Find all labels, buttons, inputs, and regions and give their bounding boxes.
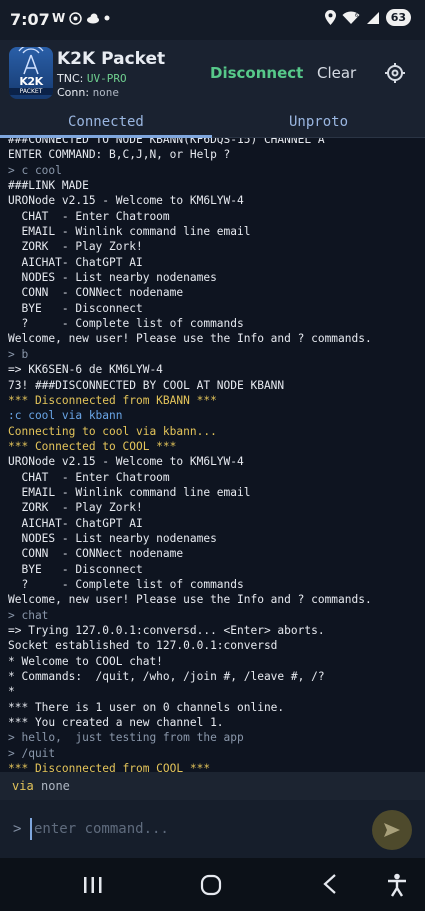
terminal-line: Welcome, new user! Please use the Info a…	[8, 593, 372, 607]
terminal-line: *** Disconnected from COOL ***	[8, 762, 211, 772]
app-header: K2K PACKET K2K Packet TNC: UV-PRO Conn: …	[0, 40, 425, 107]
terminal-line: *** There is 1 user on 0 channels online…	[8, 700, 285, 714]
location-icon	[324, 10, 336, 25]
via-label: via	[12, 779, 34, 793]
disconnect-button[interactable]: Disconnect	[210, 64, 303, 82]
terminal-line: AICHAT- ChatGPT AI	[8, 516, 143, 530]
status-time: 7:07	[10, 10, 50, 29]
terminal-line: AICHAT- ChatGPT AI	[8, 255, 143, 269]
dot-icon	[104, 15, 110, 21]
terminal-line: URONode v2.15 - Welcome to KM6LYW-4	[8, 455, 244, 469]
terminal-line: > c cool	[8, 163, 62, 177]
terminal-line: ###CONNECTED TO NODE KBANN(KF6DQS-15) CH…	[8, 138, 325, 146]
send-icon	[384, 823, 400, 837]
terminal-line: EMAIL - Winlink command line email	[8, 225, 251, 239]
tnc-value: UV-PRO	[86, 72, 127, 85]
system-icons: 6 63	[324, 9, 411, 26]
conn-value: none	[92, 86, 120, 99]
terminal-line: NODES - List nearby nodenames	[8, 531, 217, 545]
terminal-line: ? - Complete list of commands	[8, 577, 244, 591]
recents-icon[interactable]	[83, 876, 103, 894]
whatsapp-icon	[69, 11, 82, 25]
terminal-line: CHAT - Enter Chatroom	[8, 209, 170, 223]
via-bar: via none	[0, 772, 425, 800]
tab-connected[interactable]: Connected	[68, 114, 144, 130]
terminal-line: * Commands: /quit, /who, /join #, /leave…	[8, 670, 325, 684]
terminal-line: BYE - Disconnect	[8, 301, 143, 315]
tnc-status: TNC: UV-PRO	[57, 72, 127, 85]
back-icon[interactable]	[322, 873, 338, 895]
terminal-line: ZORK - Play Zork!	[8, 501, 143, 515]
clear-button[interactable]: Clear	[317, 64, 356, 82]
weather-icon	[87, 13, 100, 24]
app-title: K2K Packet	[57, 49, 166, 69]
tnc-label: TNC:	[57, 72, 84, 85]
terminal-line: * Welcome to COOL chat!	[8, 654, 163, 668]
home-icon[interactable]	[200, 874, 222, 896]
terminal-line: > /quit	[8, 746, 56, 760]
system-nav-bar	[0, 858, 425, 911]
terminal-line: CONN - CONNect nodename	[8, 547, 184, 561]
notification-icons: W	[52, 11, 110, 25]
radio-tower-icon	[18, 47, 44, 75]
terminal-line: => KK6SEN-6 de KM6LYW-4	[8, 363, 163, 377]
terminal-line: CONN - CONNect nodename	[8, 286, 184, 300]
terminal-line: ENTER COMMAND: B,C,J,N, or Help ?	[8, 148, 231, 162]
wifi-icon: 6	[342, 10, 360, 24]
terminal-line: > hello, just testing from the app	[8, 731, 244, 745]
accessibility-icon[interactable]	[387, 873, 407, 897]
tab-bar: Connected Unproto	[0, 107, 425, 137]
terminal-line: Welcome, new user! Please use the Info a…	[8, 332, 372, 346]
terminal-line: ###LINK MADE	[8, 179, 89, 193]
status-bar: 7:07 W 6 63	[0, 0, 425, 40]
terminal-line: Connecting to cool via kbann...	[8, 424, 217, 438]
terminal-line: > chat	[8, 608, 49, 622]
send-button[interactable]	[372, 810, 412, 850]
settings-icon[interactable]	[384, 62, 406, 84]
terminal-line: *** Disconnected from KBANN ***	[8, 393, 217, 407]
svg-text:6: 6	[355, 13, 358, 19]
terminal-line: URONode v2.15 - Welcome to KM6LYW-4	[8, 194, 244, 208]
command-input[interactable]	[30, 818, 350, 840]
terminal-line: EMAIL - Winlink command line email	[8, 485, 251, 499]
signal-icon	[366, 11, 379, 24]
terminal-line: > b	[8, 347, 29, 361]
terminal-line: ? - Complete list of commands	[8, 317, 244, 331]
conn-status: Conn: none	[57, 86, 119, 99]
logo-subtext: PACKET	[9, 88, 53, 95]
conn-label: Conn:	[57, 86, 90, 99]
terminal-line: BYE - Disconnect	[8, 562, 143, 576]
command-input-row: >	[0, 800, 425, 858]
terminal-line: NODES - List nearby nodenames	[8, 271, 217, 285]
logo-text: K2K	[19, 75, 43, 88]
via-value[interactable]: none	[41, 779, 70, 793]
terminal-line: => Trying 127.0.0.1:conversd... <Enter> …	[8, 624, 325, 637]
terminal-line: :c cool via kbann	[8, 409, 123, 423]
terminal-line: 73! ###DISCONNECTED BY COOL AT NODE KBAN…	[8, 378, 285, 392]
terminal-line: ZORK - Play Zork!	[8, 240, 143, 254]
app-logo: K2K PACKET	[9, 47, 53, 99]
terminal-line: *** Connected to COOL ***	[8, 439, 177, 453]
terminal-line: CHAT - Enter Chatroom	[8, 470, 170, 484]
terminal-lines: ###CONNECTED TO NODE KBANN(KF6DQS-15) CH…	[8, 138, 423, 772]
w-notification-icon: W	[52, 11, 66, 25]
terminal-line: *	[8, 685, 15, 699]
terminal-line: *** You created a new channel 1.	[8, 716, 224, 730]
tab-unproto[interactable]: Unproto	[289, 114, 348, 130]
prompt-char: >	[13, 821, 22, 837]
battery-icon: 63	[385, 9, 411, 26]
terminal-output[interactable]: ###CONNECTED TO NODE KBANN(KF6DQS-15) CH…	[0, 138, 425, 772]
terminal-line: Socket established to 127.0.0.1:conversd	[8, 639, 278, 653]
